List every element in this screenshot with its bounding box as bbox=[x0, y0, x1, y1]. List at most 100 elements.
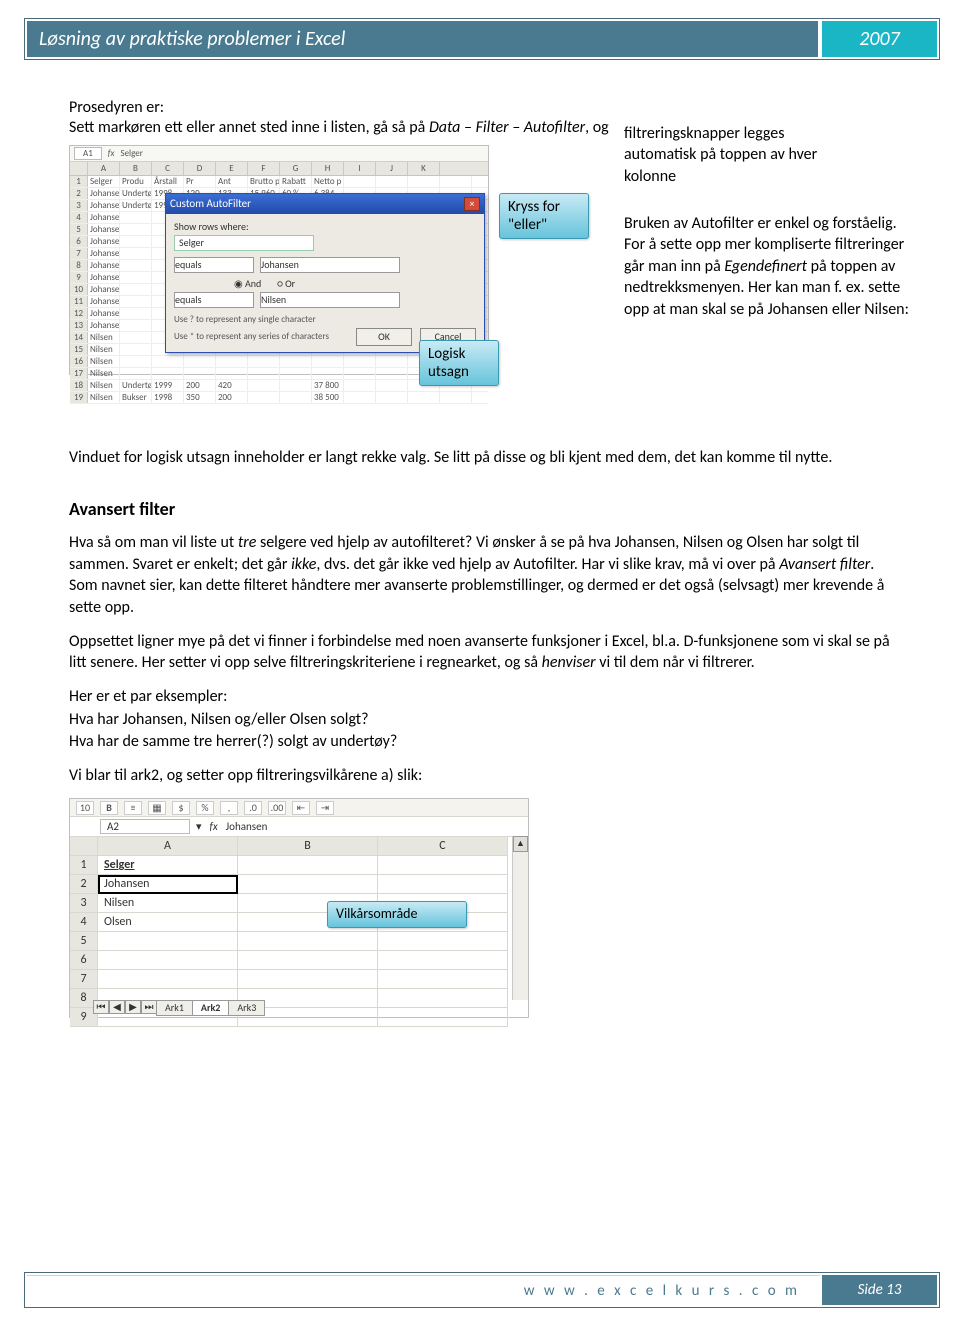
cell[interactable]: Johansen bbox=[88, 188, 120, 199]
sheet-tab-ark2[interactable]: Ark2 bbox=[192, 1000, 229, 1016]
cell[interactable] bbox=[120, 224, 152, 235]
row-number[interactable]: 6 bbox=[70, 236, 88, 247]
cell[interactable] bbox=[120, 236, 152, 247]
cell[interactable] bbox=[238, 951, 378, 970]
row-number[interactable]: 4 bbox=[70, 913, 98, 932]
row-number[interactable]: 6 bbox=[70, 951, 98, 970]
cell[interactable] bbox=[120, 320, 152, 331]
cell[interactable]: Nilsen bbox=[88, 380, 120, 391]
column-header[interactable]: B bbox=[120, 162, 152, 175]
cell[interactable] bbox=[280, 368, 312, 379]
currency-icon[interactable]: $ bbox=[172, 801, 190, 815]
row-number[interactable]: 13 bbox=[70, 320, 88, 331]
operator-1-select[interactable]: equals bbox=[174, 257, 254, 273]
cell[interactable]: Selger bbox=[98, 856, 238, 875]
row-number[interactable]: 8 bbox=[70, 260, 88, 271]
cell[interactable] bbox=[152, 368, 184, 379]
value-1-select[interactable]: Johansen bbox=[260, 257, 400, 273]
cell[interactable] bbox=[238, 932, 378, 951]
sheet-nav-first-icon[interactable]: ⏮ bbox=[93, 1000, 109, 1014]
cell[interactable]: 420 bbox=[216, 380, 248, 391]
cell[interactable] bbox=[248, 392, 280, 403]
cell[interactable] bbox=[376, 392, 408, 403]
row-number[interactable]: 5 bbox=[70, 932, 98, 951]
cell[interactable]: 37 800 bbox=[312, 380, 344, 391]
column-header[interactable]: F bbox=[248, 162, 280, 175]
cell[interactable]: 1999 bbox=[152, 380, 184, 391]
cell[interactable] bbox=[120, 308, 152, 319]
cell[interactable]: Johanse bbox=[88, 248, 120, 259]
row-number[interactable]: 10 bbox=[70, 284, 88, 295]
cell[interactable]: Brutto p bbox=[248, 176, 280, 187]
row-number[interactable]: 5 bbox=[70, 224, 88, 235]
cell[interactable] bbox=[378, 970, 508, 989]
cell[interactable] bbox=[378, 951, 508, 970]
sheet-tab-ark1[interactable]: Ark1 bbox=[156, 1000, 193, 1016]
column-header[interactable] bbox=[70, 162, 88, 175]
column-header[interactable]: G bbox=[280, 162, 312, 175]
cell[interactable] bbox=[120, 368, 152, 379]
cell[interactable] bbox=[378, 989, 508, 1008]
value-2-select[interactable]: Nilsen bbox=[260, 292, 400, 308]
row-number[interactable]: 14 bbox=[70, 332, 88, 343]
cell[interactable]: Rabatt bbox=[280, 176, 312, 187]
cell[interactable] bbox=[280, 356, 312, 367]
cell[interactable] bbox=[376, 368, 408, 379]
row-number[interactable]: 2 bbox=[70, 188, 88, 199]
cell[interactable] bbox=[408, 176, 440, 187]
cell[interactable] bbox=[120, 356, 152, 367]
cell[interactable]: 350 bbox=[184, 392, 216, 403]
cell[interactable]: Nilsen bbox=[98, 894, 238, 913]
row-number[interactable]: 11 bbox=[70, 296, 88, 307]
column-header[interactable]: C bbox=[152, 162, 184, 175]
row-number[interactable]: 12 bbox=[70, 308, 88, 319]
cell[interactable]: Johanse bbox=[88, 260, 120, 271]
cell[interactable] bbox=[344, 392, 376, 403]
cell[interactable]: 38 500 bbox=[312, 392, 344, 403]
cell[interactable] bbox=[344, 176, 376, 187]
cell[interactable]: Johansen bbox=[98, 875, 238, 894]
cell[interactable]: Selger bbox=[88, 176, 120, 187]
row-number[interactable]: 18 bbox=[70, 380, 88, 391]
cell[interactable]: Bukser bbox=[120, 392, 152, 403]
cell[interactable] bbox=[238, 856, 378, 875]
radio-or[interactable]: ○ Or bbox=[277, 277, 295, 290]
cell[interactable]: Olsen bbox=[98, 913, 238, 932]
cell[interactable]: Ant bbox=[216, 176, 248, 187]
cell[interactable] bbox=[344, 380, 376, 391]
cell[interactable] bbox=[238, 875, 378, 894]
cell[interactable] bbox=[344, 368, 376, 379]
increase-decimal-icon[interactable]: .0 bbox=[244, 801, 262, 815]
row-number[interactable]: 9 bbox=[70, 272, 88, 283]
cell[interactable] bbox=[98, 970, 238, 989]
cell[interactable] bbox=[152, 356, 184, 367]
column-header[interactable]: C bbox=[378, 837, 508, 856]
cell[interactable]: Nilsen bbox=[88, 368, 120, 379]
cell[interactable] bbox=[378, 875, 508, 894]
radio-and[interactable]: ◉ And bbox=[234, 277, 261, 290]
cell[interactable]: Johanse bbox=[88, 320, 120, 331]
merge-icon[interactable]: ▦ bbox=[148, 801, 166, 815]
cell[interactable] bbox=[216, 368, 248, 379]
cell[interactable]: 200 bbox=[184, 380, 216, 391]
row-number[interactable]: 16 bbox=[70, 356, 88, 367]
column-header[interactable]: B bbox=[238, 837, 378, 856]
cell[interactable]: Nilsen bbox=[88, 392, 120, 403]
cell[interactable] bbox=[120, 332, 152, 343]
font-size-box[interactable]: 10 bbox=[76, 801, 94, 815]
cell[interactable] bbox=[344, 356, 376, 367]
cell[interactable] bbox=[248, 380, 280, 391]
cell[interactable]: Johansen bbox=[88, 200, 120, 211]
cell[interactable]: Johanse bbox=[88, 272, 120, 283]
cell[interactable]: 200 bbox=[216, 392, 248, 403]
cell[interactable] bbox=[280, 392, 312, 403]
filter-field-select[interactable]: Selger bbox=[174, 235, 314, 251]
sheet-tab-ark3[interactable]: Ark3 bbox=[228, 1000, 265, 1016]
close-icon[interactable]: × bbox=[464, 197, 480, 211]
column-header[interactable]: D bbox=[184, 162, 216, 175]
name-box-2[interactable]: A2 bbox=[100, 819, 190, 834]
cell[interactable] bbox=[120, 260, 152, 271]
cell[interactable]: Johanse bbox=[88, 212, 120, 223]
cell[interactable] bbox=[120, 284, 152, 295]
column-header[interactable]: I bbox=[344, 162, 376, 175]
